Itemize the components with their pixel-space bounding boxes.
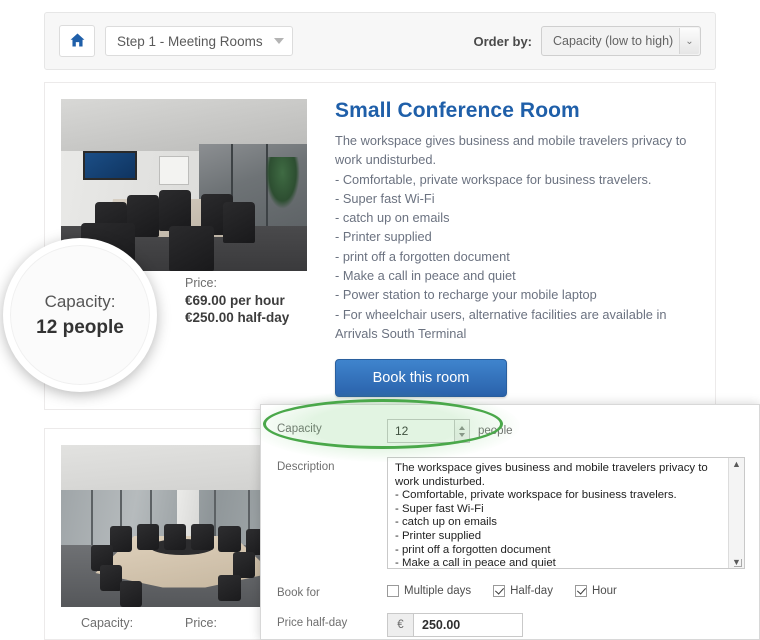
room-description-line: - catch up on emails — [335, 210, 450, 226]
room-title: Small Conference Room — [335, 99, 580, 122]
checkbox-hour[interactable]: Hour — [574, 585, 617, 597]
checkbox-multiple-days-label: Multiple days — [404, 585, 472, 597]
order-by-label: Order by: — [473, 33, 532, 49]
chevron-down-icon — [274, 38, 284, 44]
order-by-group: Order by: Capacity (low to high) ⌄ — [473, 26, 701, 56]
checkbox-half-day[interactable]: Half-day — [493, 585, 553, 597]
book-for-form-row: Book for Multiple days Half-day Hour — [277, 583, 747, 599]
room-price-hour: €69.00 per hour — [185, 293, 285, 308]
price-halfday-form-row: Price half-day € 250.00 — [277, 613, 747, 637]
room-description-line: - Printer supplied — [335, 229, 432, 245]
step-dropdown[interactable]: Step 1 - Meeting Rooms — [105, 26, 293, 56]
checkbox-checked-icon[interactable] — [493, 585, 506, 597]
room-settings-form-panel: Capacity 12 people Description The works… — [260, 404, 760, 640]
room-price-halfday: €250.00 half-day — [185, 310, 290, 325]
room-description-line: - print off a forgotten document — [335, 248, 510, 264]
price-halfday-input[interactable]: 250.00 — [413, 613, 523, 637]
home-icon — [70, 33, 85, 50]
room-price-heading: Price: — [185, 616, 217, 630]
description-textarea-value[interactable]: The workspace gives business and mobile … — [388, 458, 744, 568]
chevron-down-icon: ⌄ — [679, 28, 699, 54]
room-description-line: - Make a call in peace and quiet — [335, 268, 516, 284]
toolbar: Step 1 - Meeting Rooms Order by: Capacit… — [44, 12, 716, 70]
checkbox-checked-icon[interactable] — [574, 585, 587, 597]
step-dropdown-value: Step 1 - Meeting Rooms — [117, 33, 263, 49]
room-card[interactable]: Small Conference Room The workspace give… — [44, 82, 716, 410]
checkbox-icon[interactable] — [387, 585, 399, 597]
room-description-line: - Super fast Wi-Fi — [335, 190, 435, 206]
room-description-line: - Power station to recharge your mobile … — [335, 287, 597, 303]
description-form-row: Description The workspace gives business… — [277, 457, 747, 569]
description-textarea[interactable]: The workspace gives business and mobile … — [387, 457, 745, 569]
room-description-line: - For wheelchair users, alternative faci… — [335, 306, 667, 341]
order-by-select[interactable]: Capacity (low to high) ⌄ — [541, 26, 701, 56]
scroll-up-arrow-icon[interactable]: ▲ — [732, 458, 741, 470]
capacity-spinner-buttons[interactable] — [455, 419, 470, 443]
order-by-value: Capacity (low to high) — [553, 34, 674, 48]
capacity-magnifier-callout: Capacity: 12 people — [3, 238, 157, 392]
caret-up-icon[interactable] — [459, 425, 465, 430]
checkbox-multiple-days[interactable]: Multiple days — [387, 585, 471, 597]
room-price-meta: Price: — [185, 615, 217, 632]
book-for-label: Book for — [277, 587, 320, 599]
magnifier-capacity-value: 12 people — [36, 317, 124, 338]
capacity-unit-label: people — [478, 425, 513, 437]
price-halfday-label: Price half-day — [277, 617, 348, 629]
capacity-label: Capacity — [277, 423, 322, 435]
resize-handle-icon[interactable] — [734, 559, 742, 567]
room-capacity-meta: Capacity: — [81, 615, 133, 632]
capacity-stepper[interactable]: 12 people — [387, 419, 513, 443]
price-halfday-field[interactable]: € 250.00 — [387, 613, 523, 637]
description-label: Description — [277, 461, 335, 473]
book-this-room-button[interactable]: Book this room — [335, 359, 507, 397]
magnifier-capacity-label: Capacity: — [44, 292, 116, 311]
euro-currency-icon: € — [387, 613, 413, 637]
capacity-input[interactable]: 12 — [387, 419, 455, 443]
capacity-form-row: Capacity 12 people — [277, 419, 747, 443]
home-button[interactable] — [59, 25, 95, 57]
checkbox-hour-label: Hour — [591, 585, 617, 597]
room-description-line: The workspace gives business and mobile … — [335, 133, 687, 168]
room-capacity-heading: Capacity: — [81, 616, 134, 630]
room-price-heading: Price: — [185, 276, 217, 290]
checkbox-half-day-label: Half-day — [510, 585, 553, 597]
caret-down-icon[interactable] — [459, 432, 465, 437]
room-price-meta: Price: €69.00 per hour €250.00 half-day — [185, 275, 289, 326]
description-scrollbar[interactable]: ▲ ▼ — [728, 458, 744, 568]
room-description-line: - Comfortable, private workspace for bus… — [335, 171, 652, 187]
room-description: The workspace gives business and mobile … — [335, 131, 691, 343]
